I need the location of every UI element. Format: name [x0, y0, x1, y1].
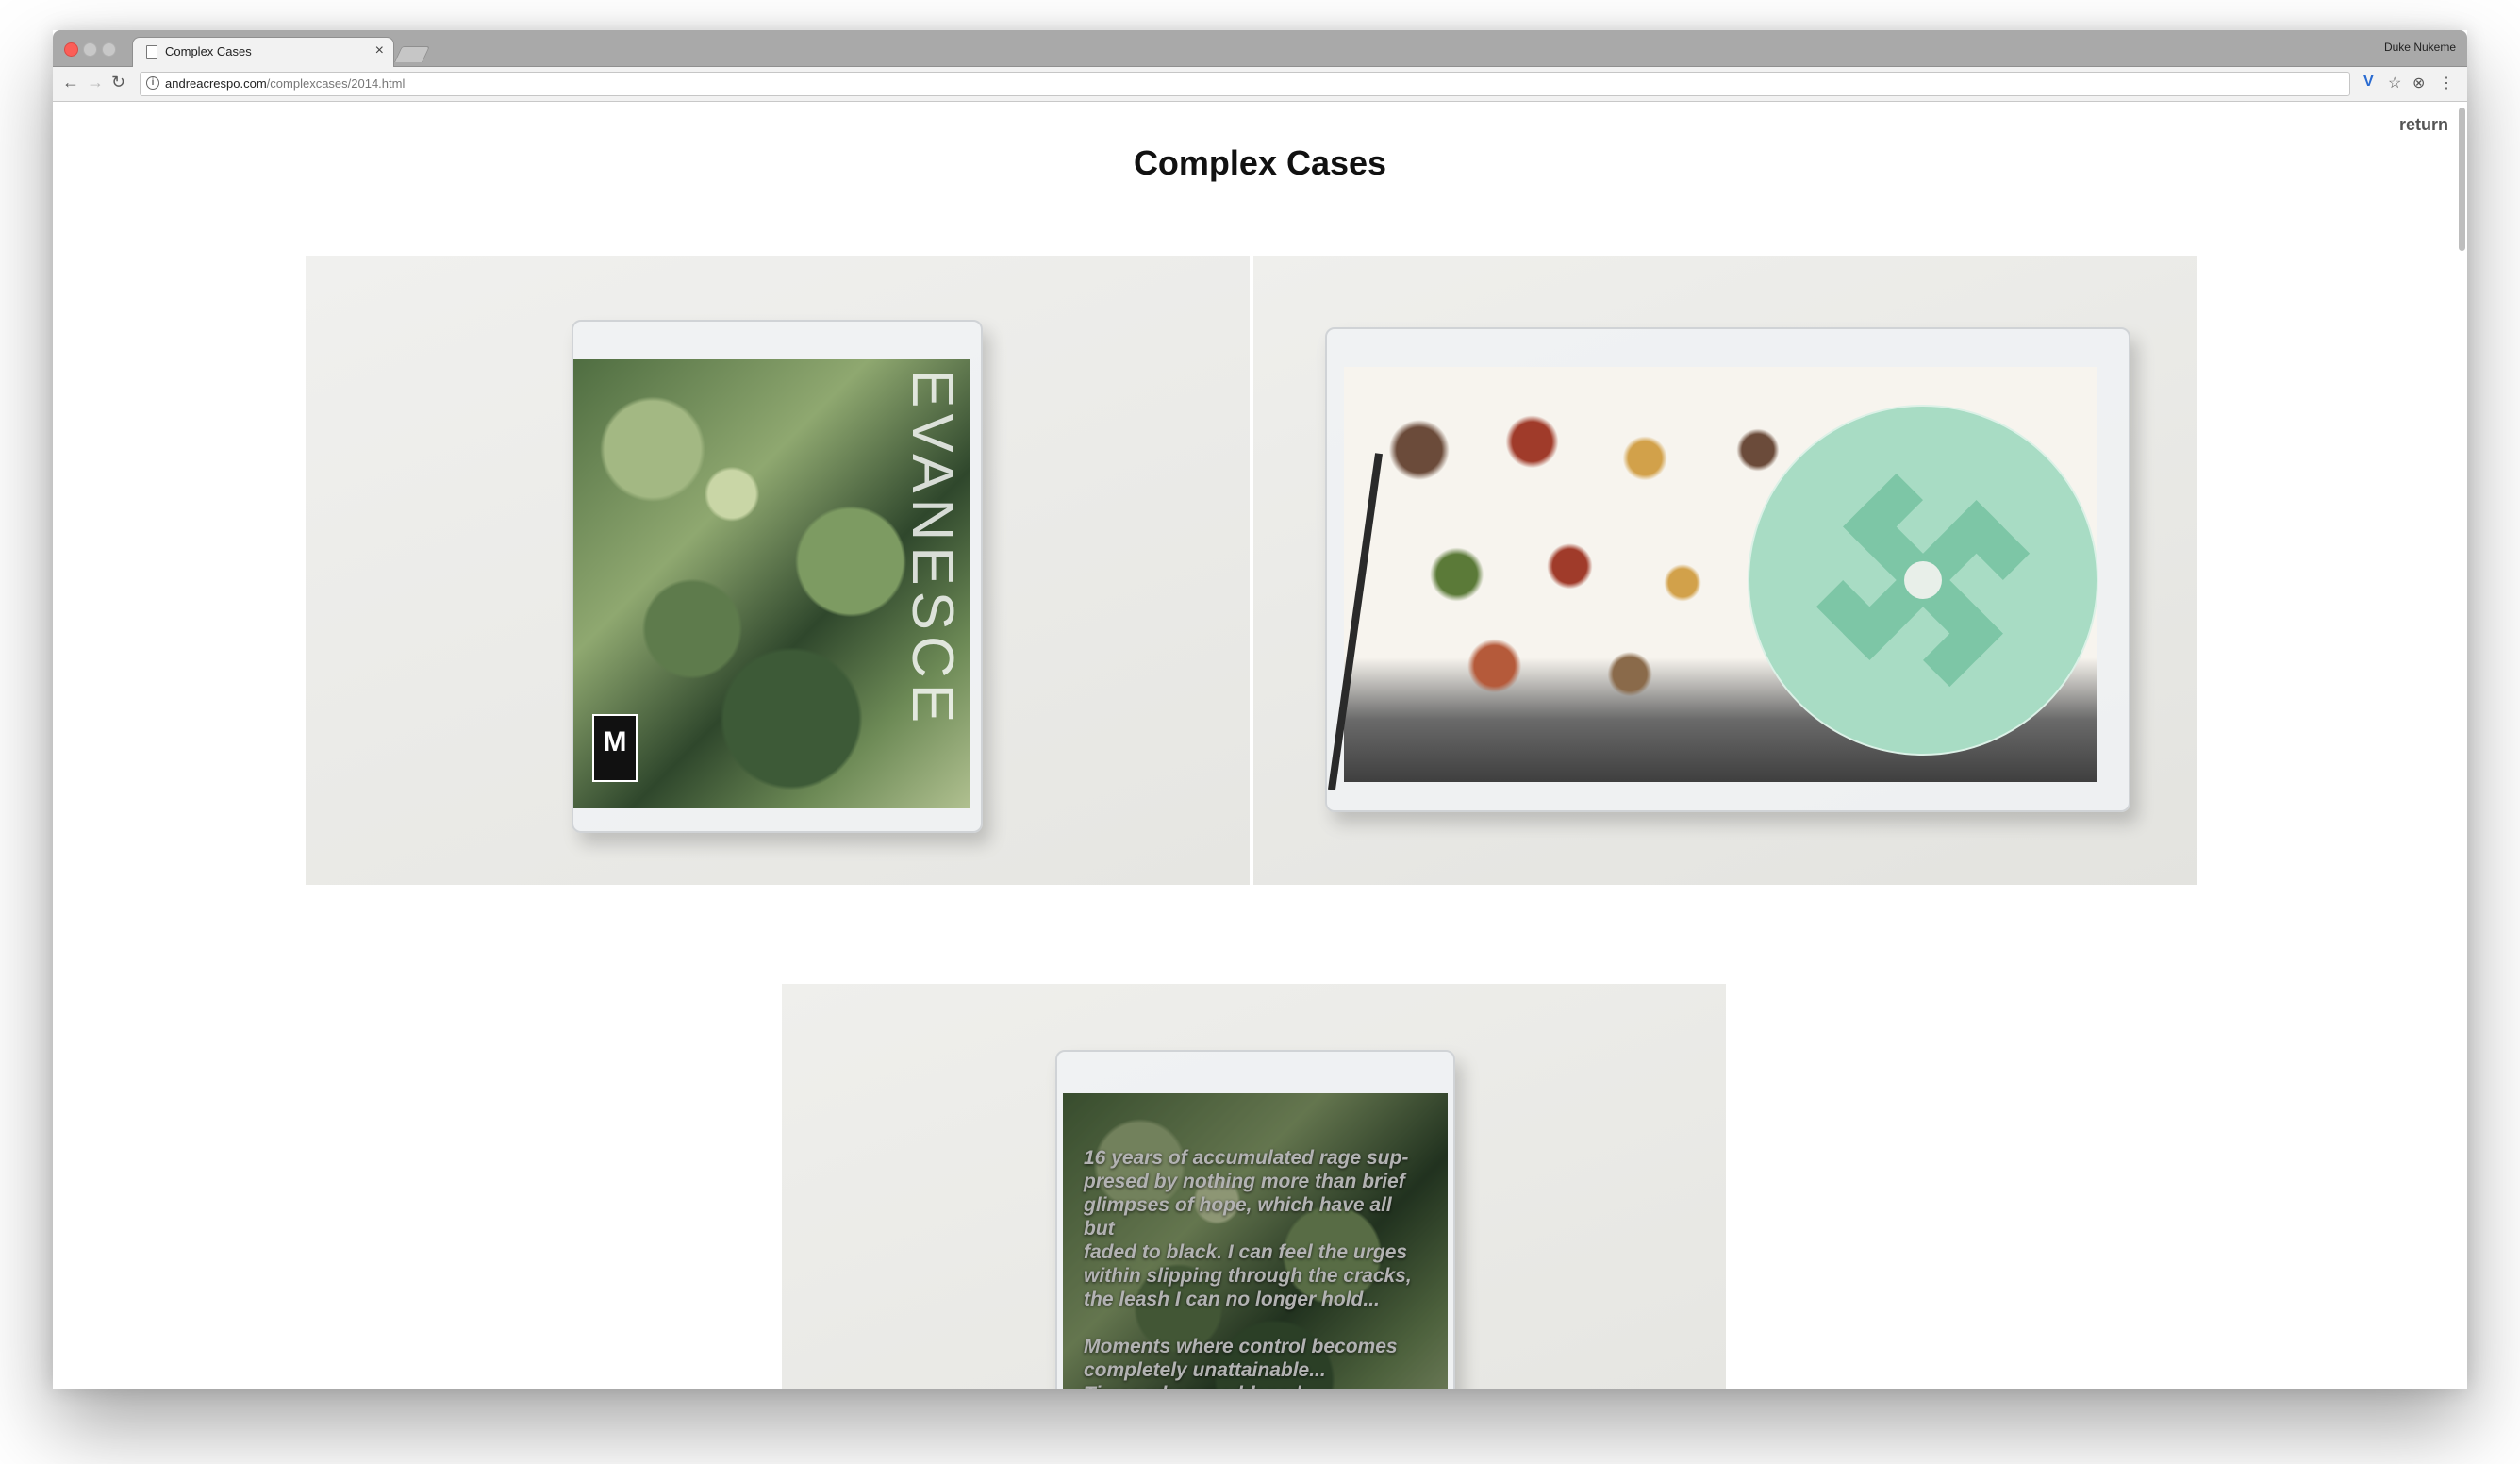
site-info-icon[interactable]: i — [146, 76, 159, 90]
photo-case-cover[interactable]: EVANESCE M — [306, 256, 1250, 885]
new-tab-button[interactable] — [394, 46, 430, 62]
return-link[interactable]: return — [2399, 115, 2448, 135]
scrollbar-thumb[interactable] — [2459, 108, 2465, 251]
tab-title: Complex Cases — [165, 44, 252, 58]
tab-complex-cases[interactable]: Complex Cases × — [132, 37, 394, 68]
page-title: Complex Cases — [1133, 143, 1387, 182]
extension-icon[interactable]: V — [2363, 74, 2374, 91]
menu-icon[interactable]: ⋮ — [2439, 74, 2454, 92]
document-icon — [146, 45, 158, 59]
back-arrow-icon[interactable]: ← — [62, 73, 79, 92]
cannabis-cover-art: EVANESCE M — [573, 359, 970, 808]
disc-hub — [1904, 561, 1942, 599]
back-cover-text: 16 years of accumulated rage sup- presed… — [1084, 1147, 1412, 1389]
rating-badge: M — [592, 714, 638, 782]
address-bar[interactable]: i andreacrespo.com/complexcases/2014.htm… — [140, 72, 2350, 96]
maximize-window-button[interactable] — [102, 42, 116, 57]
profile-name[interactable]: Duke Nukeme — [2384, 41, 2456, 54]
minimize-window-button[interactable] — [83, 42, 97, 57]
extension-block-icon[interactable]: ⊗ — [2412, 74, 2425, 92]
close-tab-icon[interactable]: × — [375, 42, 384, 59]
page-content: Complex Cases return EVANESCE M 16 years… — [53, 102, 2467, 1389]
photo-case-open[interactable] — [1253, 256, 2197, 885]
url-path: /complexcases/2014.html — [266, 76, 406, 91]
disc — [1748, 405, 2098, 756]
reload-icon[interactable]: ↻ — [111, 73, 125, 92]
game-case: EVANESCE M — [572, 320, 983, 833]
forward-arrow-icon[interactable]: → — [87, 73, 104, 92]
photo-case-back[interactable]: 16 years of accumulated rage sup- presed… — [782, 984, 1726, 1389]
url-text[interactable]: andreacrespo.com/complexcases/2014.html — [165, 76, 405, 91]
bookmark-star-icon[interactable]: ☆ — [2388, 74, 2401, 92]
toolbar: ← → ↻ i andreacrespo.com/complexcases/20… — [53, 67, 2467, 102]
back-cover-art: 16 years of accumulated rage sup- presed… — [1063, 1093, 1448, 1389]
close-window-button[interactable] — [64, 42, 78, 57]
browser-window: Complex Cases × Duke Nukeme ← → ↻ i andr… — [53, 30, 2467, 1389]
tab-strip: Complex Cases × Duke Nukeme — [53, 30, 2467, 68]
case-back: 16 years of accumulated rage sup- presed… — [1055, 1050, 1455, 1389]
url-host: andreacrespo.com — [165, 76, 267, 91]
cover-title-text: EVANESCE — [900, 369, 965, 729]
open-case — [1325, 327, 2130, 812]
